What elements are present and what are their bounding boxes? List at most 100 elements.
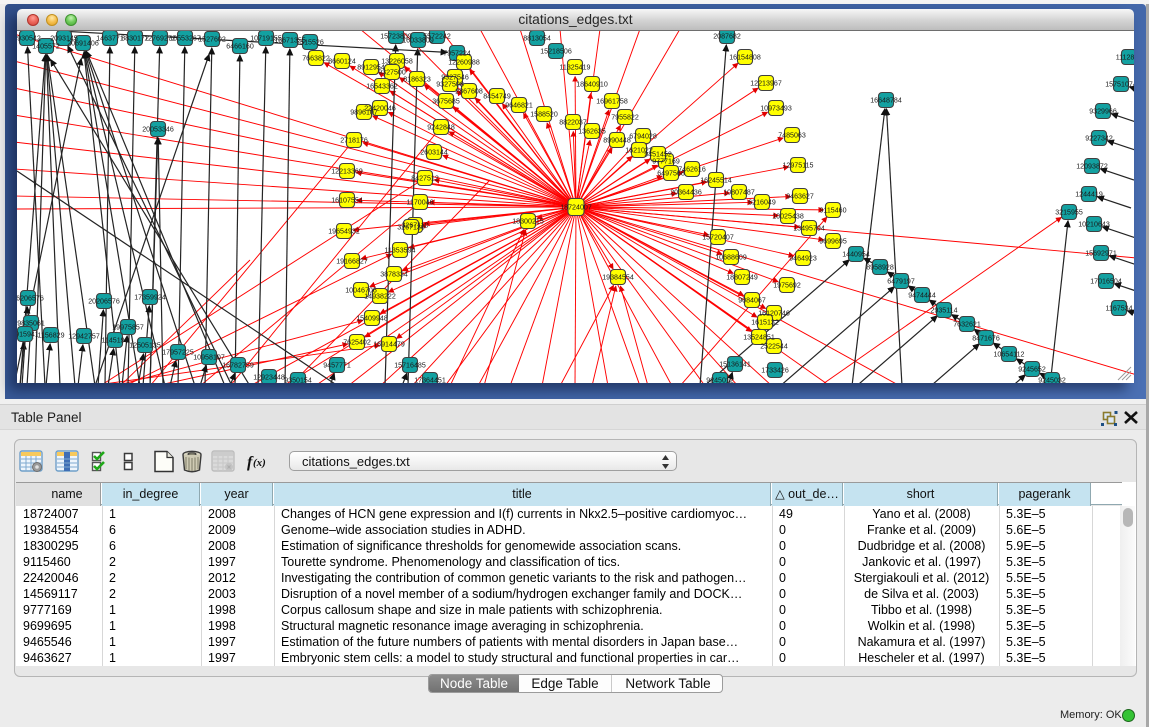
svg-text:9245032: 9245032 bbox=[1038, 377, 1066, 383]
svg-text:9474444: 9474444 bbox=[908, 292, 936, 300]
svg-text:1588520: 1588520 bbox=[530, 111, 558, 119]
svg-text:7485063: 7485063 bbox=[778, 132, 806, 140]
svg-text:15692971: 15692971 bbox=[1085, 250, 1117, 258]
svg-text:19166827: 19166827 bbox=[336, 258, 368, 266]
svg-text:6216049: 6216049 bbox=[748, 199, 776, 207]
svg-text:9835061: 9835061 bbox=[17, 320, 45, 328]
svg-text:15716485: 15716485 bbox=[394, 362, 426, 370]
svg-text:9327500: 9327500 bbox=[378, 69, 406, 77]
svg-text:7957224: 7957224 bbox=[443, 50, 471, 58]
svg-text:9245012: 9245012 bbox=[706, 377, 734, 383]
svg-text:17364451: 17364451 bbox=[414, 377, 446, 383]
svg-text:6794028: 6794028 bbox=[629, 133, 657, 141]
svg-text:9930542: 9930542 bbox=[17, 35, 41, 43]
svg-text:19384554: 19384554 bbox=[602, 274, 634, 282]
svg-text:11325419: 11325419 bbox=[559, 64, 590, 72]
svg-text:10958107: 10958107 bbox=[193, 354, 225, 362]
svg-text:16107554: 16107554 bbox=[331, 197, 363, 205]
svg-text:1463771: 1463771 bbox=[96, 35, 124, 43]
svg-text:2718176: 2718176 bbox=[340, 137, 368, 145]
svg-text:20364436: 20364436 bbox=[670, 189, 702, 197]
svg-text:17957225: 17957225 bbox=[162, 349, 194, 357]
svg-text:8427512: 8427512 bbox=[411, 175, 439, 183]
svg-text:19654932: 19654932 bbox=[328, 228, 360, 236]
svg-text:12505135: 12505135 bbox=[129, 342, 161, 350]
svg-text:9242848: 9242848 bbox=[427, 124, 455, 132]
svg-text:10688609: 10688609 bbox=[715, 254, 747, 262]
svg-text:20053346: 20053346 bbox=[142, 126, 174, 134]
svg-text:1362635: 1362635 bbox=[578, 128, 606, 136]
svg-text:16914479: 16914479 bbox=[373, 341, 405, 349]
svg-text:18807249: 18807249 bbox=[726, 274, 758, 282]
svg-text:12260988: 12260988 bbox=[448, 59, 480, 67]
svg-text:1167534: 1167534 bbox=[1105, 305, 1132, 313]
svg-text:10210643: 10210643 bbox=[1078, 221, 1110, 229]
svg-text:13226058: 13226058 bbox=[381, 58, 413, 66]
svg-text:1405572: 1405572 bbox=[32, 43, 60, 51]
svg-text:17359924: 17359924 bbox=[134, 294, 166, 302]
svg-text:12213369: 12213369 bbox=[331, 168, 363, 176]
svg-text:3215955: 3215955 bbox=[1055, 209, 1083, 217]
svg-text:10973493: 10973493 bbox=[760, 105, 792, 113]
svg-text:17016504: 17016504 bbox=[1090, 278, 1122, 286]
svg-text:3675685: 3675685 bbox=[432, 98, 460, 106]
svg-text:2087682: 2087682 bbox=[713, 33, 741, 41]
svg-text:20691406: 20691406 bbox=[67, 40, 99, 48]
svg-text:(x): (x) bbox=[253, 457, 266, 469]
svg-text:7632621: 7632621 bbox=[953, 321, 981, 329]
svg-text:12975115: 12975115 bbox=[782, 162, 813, 170]
svg-text:26206576: 26206576 bbox=[17, 295, 44, 303]
svg-text:12923448: 12923448 bbox=[253, 374, 285, 382]
svg-text:8186323: 8186323 bbox=[403, 76, 431, 84]
svg-text:10553267: 10553267 bbox=[169, 35, 201, 43]
svg-text:9777169: 9777169 bbox=[652, 158, 680, 166]
svg-text:18724007: 18724007 bbox=[560, 204, 592, 212]
svg-text:9464923: 9464923 bbox=[789, 255, 817, 263]
svg-text:9646821: 9646821 bbox=[505, 102, 533, 110]
svg-text:1145194: 1145194 bbox=[101, 337, 128, 345]
svg-text:1170046: 1170046 bbox=[406, 199, 433, 207]
svg-text:8958928: 8958928 bbox=[866, 264, 894, 272]
svg-text:9115460: 9115460 bbox=[819, 207, 846, 215]
svg-text:19975857: 19975857 bbox=[112, 324, 144, 332]
svg-text:8813054: 8813054 bbox=[523, 35, 551, 43]
svg-text:8454749: 8454749 bbox=[483, 93, 511, 101]
svg-text:1615132: 1615132 bbox=[751, 319, 779, 327]
svg-text:18640910: 18640910 bbox=[576, 81, 608, 89]
svg-text:12942757: 12942757 bbox=[68, 333, 100, 341]
svg-text:9463627: 9463627 bbox=[786, 193, 814, 201]
svg-text:8822037: 8822037 bbox=[559, 119, 587, 127]
svg-text:2522544: 2522544 bbox=[760, 343, 788, 351]
svg-text:10654112: 10654112 bbox=[993, 351, 1024, 359]
svg-text:7955822: 7955822 bbox=[611, 114, 639, 122]
svg-text:16543362: 16543362 bbox=[366, 83, 398, 91]
svg-text:11353594: 11353594 bbox=[384, 247, 415, 255]
svg-text:9245652: 9245652 bbox=[1018, 366, 1046, 374]
svg-text:7625402: 7625402 bbox=[343, 339, 371, 347]
svg-text:15751074: 15751074 bbox=[1105, 81, 1134, 89]
svg-text:15409948: 15409948 bbox=[356, 315, 388, 323]
svg-text:16648784: 16648784 bbox=[870, 97, 902, 105]
svg-text:1440954: 1440954 bbox=[842, 251, 870, 259]
svg-text:1733426: 1733426 bbox=[761, 367, 789, 375]
svg-text:2603144: 2603144 bbox=[420, 149, 448, 157]
svg-text:9699695: 9699695 bbox=[819, 238, 847, 246]
svg-text:10807487: 10807487 bbox=[723, 189, 755, 197]
svg-text:9457771: 9457771 bbox=[323, 362, 351, 370]
svg-text:16154808: 16154808 bbox=[729, 54, 761, 62]
svg-text:8660124: 8660124 bbox=[328, 58, 356, 66]
svg-text:3878334: 3878334 bbox=[380, 271, 408, 279]
svg-text:1156829: 1156829 bbox=[37, 332, 64, 340]
svg-text:16120746: 16120746 bbox=[758, 310, 790, 318]
svg-text:9227342: 9227342 bbox=[1085, 135, 1113, 143]
svg-text:9350154: 9350154 bbox=[284, 377, 312, 383]
svg-text:6466160: 6466160 bbox=[226, 43, 254, 51]
svg-text:8471676: 8471676 bbox=[972, 335, 1000, 343]
svg-text:7515526: 7515526 bbox=[296, 39, 324, 47]
svg-text:10025438: 10025438 bbox=[772, 213, 804, 221]
svg-text:3267130: 3267130 bbox=[397, 224, 425, 232]
svg-text:15720407: 15720407 bbox=[702, 234, 734, 242]
svg-text:6479197: 6479197 bbox=[887, 278, 915, 286]
svg-text:7462616: 7462616 bbox=[678, 166, 706, 174]
svg-text:5572242: 5572242 bbox=[423, 33, 451, 41]
